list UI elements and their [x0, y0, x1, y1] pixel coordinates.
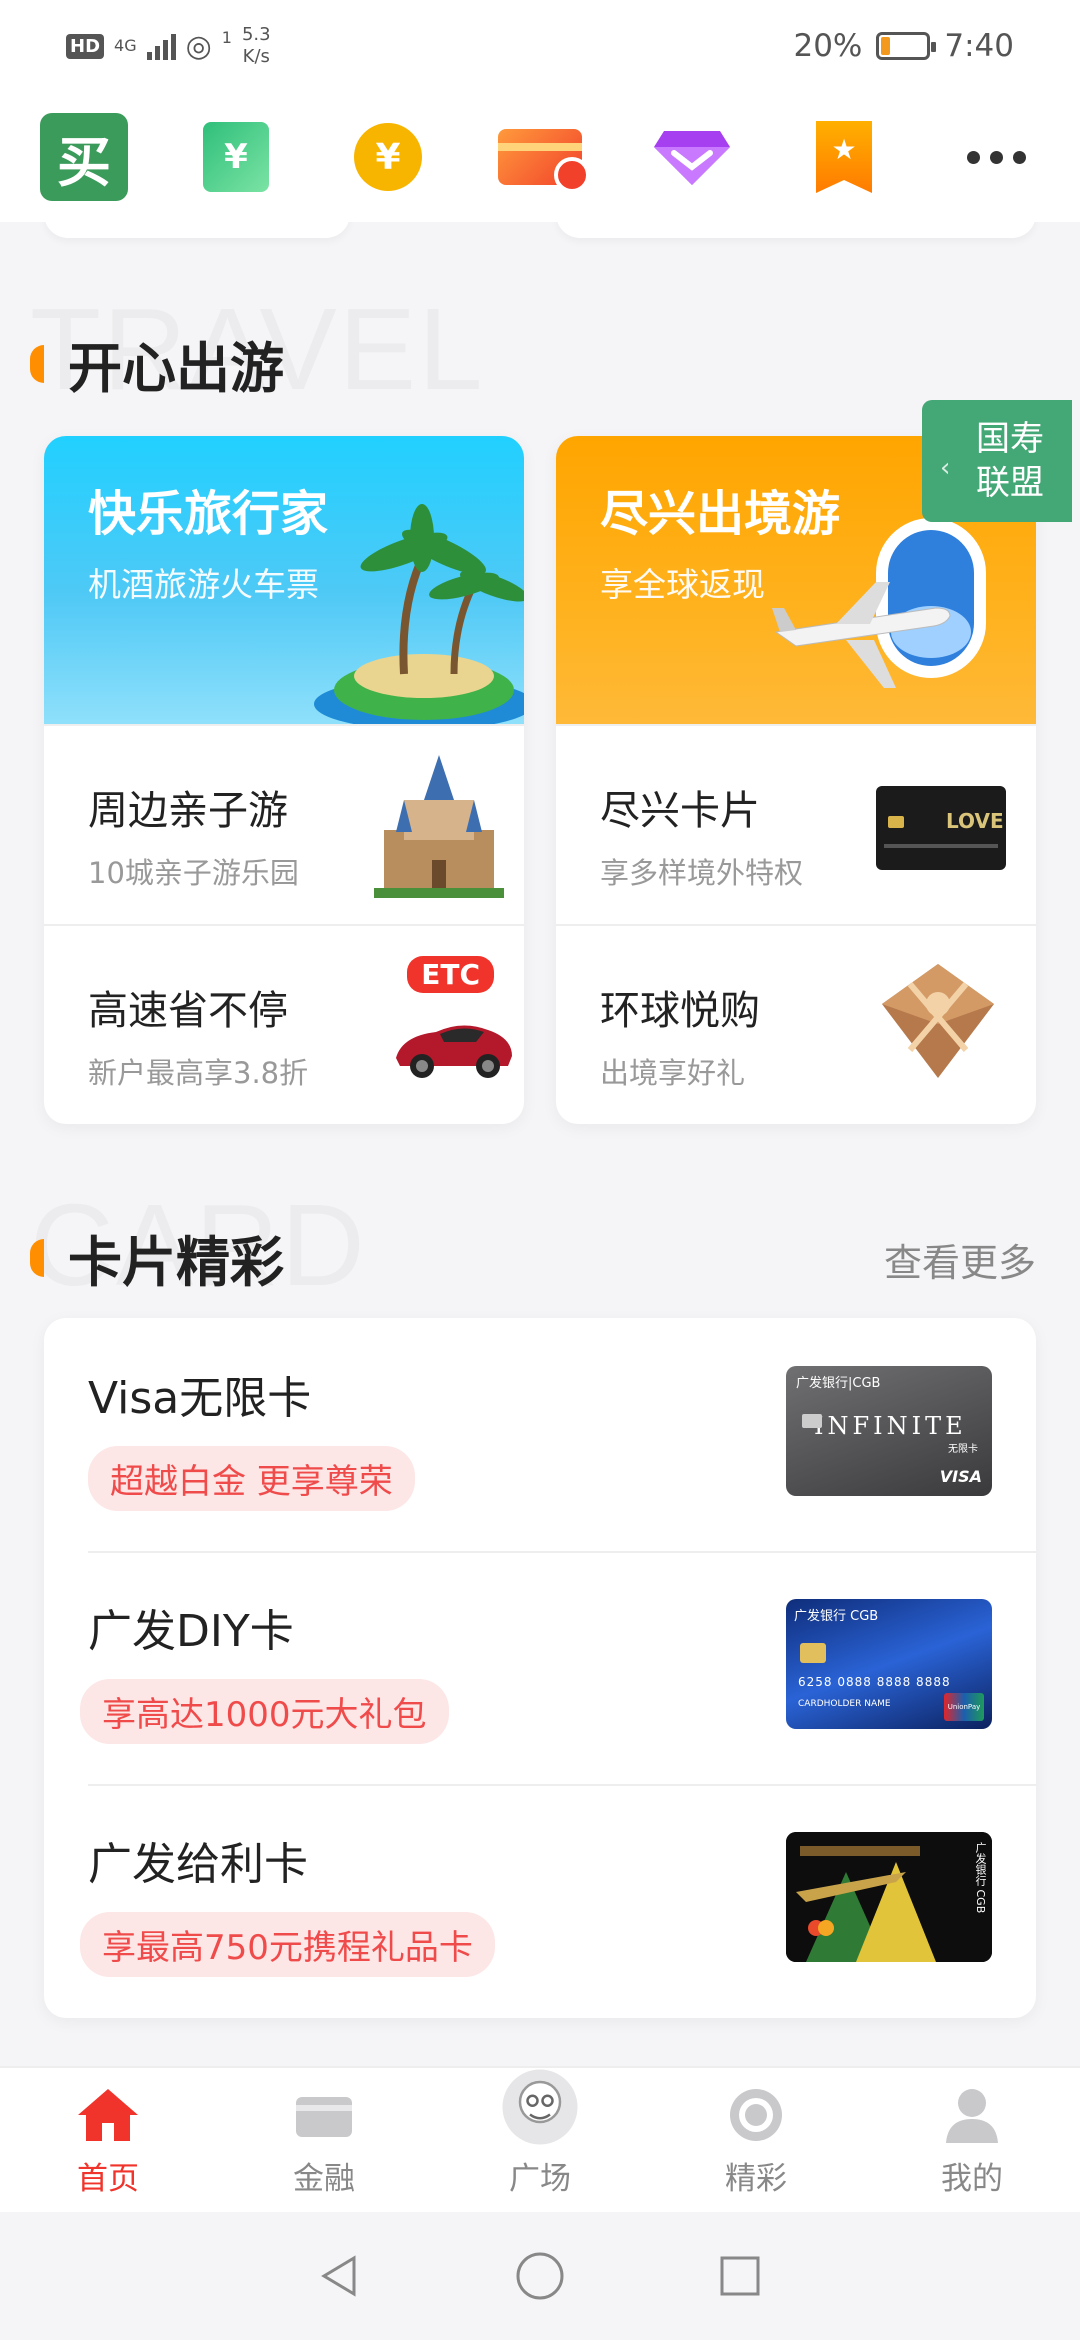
chip-icon	[802, 1414, 822, 1428]
highway-etc-row[interactable]: 高速省不停 新户最高享3.8折 ETC	[44, 924, 524, 1124]
nav-label: 广场	[509, 2160, 571, 2197]
network-type: 4G	[114, 36, 137, 55]
target-icon	[730, 2088, 782, 2141]
card-sub-text: 无限卡	[948, 1444, 978, 1455]
global-shopping-row[interactable]: 环球悦购 出境享好礼	[556, 924, 1036, 1124]
home-icon	[78, 2088, 138, 2141]
buy-icon[interactable]: 买	[40, 113, 128, 201]
nav-mine[interactable]: 我的	[897, 2083, 1047, 2198]
family-trip-row[interactable]: 周边亲子游 10城亲子游乐园	[44, 724, 524, 924]
card-main-text: INFINITE	[814, 1412, 967, 1440]
coin-icon-button[interactable]: ¥	[344, 113, 432, 201]
card-art	[786, 1832, 992, 1962]
nav-home[interactable]: 首页	[33, 2083, 183, 2198]
chevron-left-icon: ‹	[940, 453, 951, 483]
money-icon: ¥	[203, 122, 269, 192]
card-bank-label: 广发银行|CGB	[796, 1376, 881, 1391]
visa-infinite-card-image: 广发银行|CGB INFINITE 无限卡 VISA	[786, 1366, 992, 1496]
battery-fill	[881, 37, 891, 55]
card-item-tag: 享最高750元携程礼品卡	[80, 1912, 495, 1977]
outbound-card-row[interactable]: 尽兴卡片 享多样境外特权 LOVE	[556, 724, 1036, 924]
etc-badge: ETC	[407, 956, 494, 993]
nav-label: 金融	[293, 2160, 355, 2197]
coin-icon: ¥	[354, 123, 422, 191]
status-left: HD 4G ◎ 1 5.3 K/s	[66, 24, 271, 68]
credit-card-thumbnail: LOVE	[876, 786, 1006, 870]
card-brand: VISA	[939, 1467, 982, 1486]
happy-traveler-banner[interactable]: 快乐旅行家 机酒旅游火车票	[44, 436, 524, 724]
card-section-title: 卡片精彩	[30, 1218, 284, 1297]
section-mark	[30, 344, 44, 383]
more-icon[interactable]	[952, 113, 1040, 201]
hd-indicator: HD	[66, 33, 105, 59]
network-speed: 5.3 K/s	[242, 24, 271, 68]
status-bar: HD 4G ◎ 1 5.3 K/s 20% 7:40	[0, 0, 1080, 92]
gem-icon-button[interactable]	[648, 113, 736, 201]
bottom-nav: 首页 金融 广场 精彩 我的	[0, 2066, 1080, 2212]
see-more-link[interactable]: 查看更多	[884, 1232, 1036, 1287]
gift-box-thumbnail	[882, 964, 994, 1078]
sports-car-thumbnail	[396, 1025, 512, 1078]
card-holder: CARDHOLDER NAME	[798, 1699, 891, 1709]
battery-icon	[876, 32, 937, 60]
home-circle-icon[interactable]	[514, 2250, 566, 2302]
speed-value: 5.3	[241, 24, 271, 45]
clock: 7:40	[944, 28, 1014, 64]
section-mark	[30, 1238, 44, 1277]
travel-card-right: 尽兴出境游 享全球返现 尽兴卡片 享多样境外特权 LOVE 环球悦购 出境享好礼	[556, 436, 1036, 1124]
recents-square-icon[interactable]	[716, 2252, 764, 2300]
card-item-tag: 超越白金 更享尊荣	[88, 1446, 415, 1511]
svg-text:LOVE: LOVE	[946, 809, 1004, 833]
bookmark-star-icon: ★	[816, 121, 872, 193]
signal-icon	[146, 32, 176, 60]
gem-icon	[654, 131, 730, 185]
status-right: 20% 7:40	[793, 28, 1014, 64]
avatar-icon	[502, 2069, 578, 2144]
card-bank-label: 广发银行 CGB	[974, 1842, 987, 1914]
back-icon[interactable]	[316, 2252, 364, 2300]
card-title-text: 卡片精彩	[68, 1231, 284, 1294]
nav-finance[interactable]: 金融	[249, 2083, 399, 2198]
bookmark-icon-button[interactable]: ★	[800, 113, 888, 201]
badge-line1: 国寿	[976, 419, 1044, 459]
profile-icon	[946, 2088, 998, 2143]
nav-label: 精彩	[725, 2160, 787, 2197]
quick-icon-row: 买 ¥ ¥ ★	[0, 92, 1080, 222]
card-item-visa-infinite[interactable]: Visa无限卡 超越白金 更享尊荣 广发银行|CGB INFINITE 无限卡 …	[44, 1318, 1036, 1551]
system-nav-bar	[0, 2212, 1080, 2340]
island-palm-illustration	[314, 504, 524, 724]
finance-card-icon	[296, 2096, 352, 2137]
sim-index: 1	[221, 28, 232, 47]
card-list: Visa无限卡 超越白金 更享尊荣 广发银行|CGB INFINITE 无限卡 …	[44, 1318, 1036, 2018]
hotspot-icon: ◎	[185, 28, 212, 64]
card-item-diy[interactable]: 广发DIY卡 享高达1000元大礼包 广发银行 CGB 6258 0888 88…	[44, 1551, 1036, 1784]
geili-card-image: 广发银行 CGB	[786, 1832, 992, 1962]
chip-icon	[800, 1643, 826, 1663]
nav-highlights[interactable]: 精彩	[681, 2083, 831, 2198]
diy-card-image: 广发银行 CGB 6258 0888 8888 8888 CARDHOLDER …	[786, 1599, 992, 1729]
nav-label: 我的	[941, 2160, 1003, 2197]
nav-label: 首页	[77, 2160, 139, 2197]
money-icon-button[interactable]: ¥	[192, 113, 280, 201]
speed-unit: K/s	[242, 46, 270, 67]
card-icon	[498, 129, 590, 193]
unionpay-logo: UnionPay	[944, 1693, 984, 1721]
card-item-geili[interactable]: 广发给利卡 享最高750元携程礼品卡 广发银行 CGB	[44, 1784, 1036, 2017]
card-icon-button[interactable]	[496, 113, 590, 201]
nav-plaza[interactable]: 广场	[465, 2069, 615, 2198]
card-bank-label: 广发银行 CGB	[794, 1609, 879, 1624]
card-item-tag: 享高达1000元大礼包	[80, 1679, 449, 1744]
plane-window-illustration	[772, 518, 986, 688]
castle-thumbnail	[374, 755, 504, 898]
badge-line2: 联盟	[976, 463, 1044, 503]
travel-card-left: 快乐旅行家 机酒旅游火车票 周边亲子游 10城亲子游乐园 高速省不停 新户最高享…	[44, 436, 524, 1124]
card-number: 6258 0888 8888 8888	[798, 1675, 951, 1689]
guoshou-alliance-badge[interactable]: ‹ 国寿 联盟	[922, 400, 1072, 522]
travel-title-text: 开心出游	[68, 337, 284, 400]
battery-percent: 20%	[793, 28, 863, 64]
travel-section-title: 开心出游	[30, 324, 284, 403]
